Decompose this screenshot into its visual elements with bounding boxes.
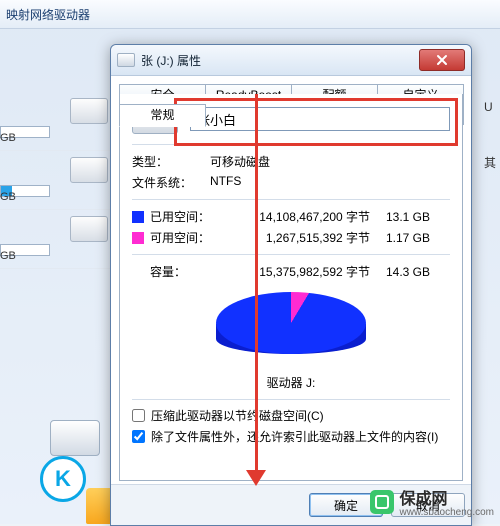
right-edge-labels: U 其 — [484, 90, 500, 180]
watermark-logo-icon — [370, 490, 394, 514]
compress-label: 压缩此驱动器以节约磁盘空间(C) — [151, 408, 324, 424]
filesystem-label: 文件系统： — [132, 174, 210, 191]
drive-name-input[interactable] — [190, 107, 450, 131]
compress-checkbox[interactable] — [132, 409, 145, 422]
general-panel: 类型：可移动磁盘 文件系统：NTFS 已用空间： 14,108,467,200 … — [119, 94, 463, 481]
drive-list: GB GB GB — [0, 92, 120, 269]
window-title: 张 (J:) 属性 — [141, 52, 201, 69]
properties-dialog: 张 (J:) 属性 安全 ReadyBoost 配额 自定义 常规 工具 硬件 … — [110, 44, 472, 526]
watermark: 保成网 www.sbaocheng.com — [370, 485, 495, 518]
drive-row[interactable]: GB — [0, 92, 120, 151]
capacity-bytes: 15,375,982,592 字节 — [220, 263, 370, 280]
drive-icon — [70, 98, 108, 124]
watermark-url: www.sbaocheng.com — [400, 507, 495, 518]
large-drive-icon[interactable] — [50, 420, 100, 456]
label-other: 其 — [484, 154, 500, 171]
used-gb: 13.1 GB — [370, 210, 430, 224]
drive-icon — [70, 157, 108, 183]
filesystem-value: NTFS — [210, 174, 450, 191]
index-checkbox[interactable] — [132, 430, 145, 443]
divider — [132, 144, 450, 145]
close-button[interactable] — [419, 49, 465, 71]
usage-pie-chart — [216, 292, 366, 370]
capacity-gb: 14.3 GB — [370, 265, 430, 279]
compress-checkbox-row[interactable]: 压缩此驱动器以节约磁盘空间(C) — [132, 408, 450, 424]
used-bytes: 14,108,467,200 字节 — [220, 208, 370, 225]
used-label: 已用空间： — [150, 208, 220, 225]
tab-general[interactable]: 常规 — [119, 104, 206, 127]
app-k-icon[interactable]: K — [40, 456, 86, 502]
used-swatch — [132, 211, 144, 223]
titlebar[interactable]: 张 (J:) 属性 — [111, 45, 471, 76]
explorer-toolbar: 映射网络驱动器 — [0, 0, 500, 29]
capacity-unit: GB — [0, 191, 16, 203]
drive-row[interactable]: GB — [0, 210, 120, 269]
free-swatch — [132, 232, 144, 244]
label-u: U — [484, 100, 500, 114]
divider — [132, 199, 450, 200]
capacity-label: 容量： — [150, 263, 220, 280]
index-label: 除了文件属性外，还允许索引此驱动器上文件的内容(I) — [151, 429, 438, 445]
drive-row[interactable]: GB — [0, 151, 120, 210]
index-checkbox-row[interactable]: 除了文件属性外，还允许索引此驱动器上文件的内容(I) — [132, 429, 450, 445]
capacity-unit: GB — [0, 250, 16, 262]
capacity-unit: GB — [0, 132, 16, 144]
close-icon — [436, 54, 448, 66]
drive-letter-label: 驱动器 J: — [132, 374, 450, 391]
drive-icon — [117, 53, 135, 67]
type-value: 可移动磁盘 — [210, 153, 450, 170]
free-bytes: 1,267,515,392 字节 — [220, 229, 370, 246]
divider — [132, 254, 450, 255]
divider — [132, 399, 450, 400]
free-gb: 1.17 GB — [370, 231, 430, 245]
drive-icon — [70, 216, 108, 242]
type-label: 类型： — [132, 153, 210, 170]
map-network-drive-button[interactable]: 映射网络驱动器 — [6, 6, 90, 23]
free-label: 可用空间： — [150, 229, 220, 246]
watermark-name: 保成网 — [400, 485, 495, 509]
